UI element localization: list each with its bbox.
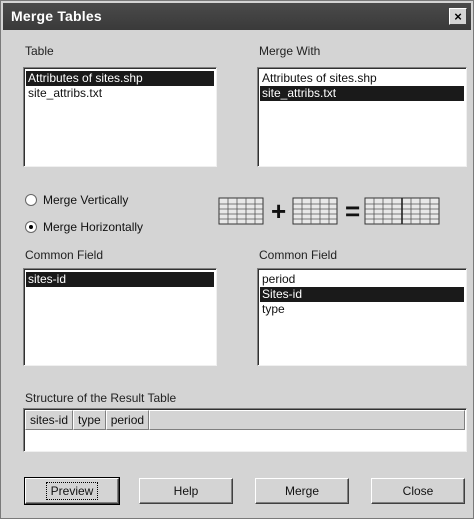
- result-table-label: Structure of the Result Table: [25, 391, 177, 405]
- merge-button[interactable]: Merge: [255, 478, 349, 504]
- common-field-left-label: Common Field: [25, 248, 104, 262]
- close-window-button[interactable]: ×: [449, 8, 467, 25]
- result-column-header[interactable]: sites-id: [25, 410, 74, 430]
- common-field-right-item-1[interactable]: Sites-id: [260, 287, 464, 302]
- merge-vertically-radio-dot[interactable]: [25, 194, 37, 206]
- merge-diagram-icon: + =: [218, 196, 440, 226]
- preview-button-label: Preview: [45, 482, 99, 500]
- merge-vertically-radio[interactable]: Merge Vertically: [25, 193, 128, 207]
- result-table-header: sites-id type period: [25, 410, 465, 430]
- close-button-label: Close: [402, 484, 434, 498]
- merge-horizontally-radio[interactable]: Merge Horizontally: [25, 220, 143, 234]
- merge-tables-dialog: Merge Tables × Table Attributes of sites…: [0, 0, 474, 519]
- common-field-right-label: Common Field: [259, 248, 338, 262]
- table-icon-left: [218, 197, 264, 225]
- result-column-header[interactable]: type: [73, 410, 106, 430]
- table-listbox[interactable]: Attributes of sites.shp site_attribs.txt: [23, 67, 217, 167]
- common-field-right-item-0[interactable]: period: [260, 272, 464, 287]
- plus-sign: +: [271, 196, 286, 226]
- merge-horizontally-label: Merge Horizontally: [43, 220, 144, 234]
- table-list-item-1[interactable]: site_attribs.txt: [26, 86, 214, 101]
- common-field-left-listbox[interactable]: sites-id: [23, 268, 217, 366]
- merge-with-listbox[interactable]: Attributes of sites.shp site_attribs.txt: [257, 67, 467, 167]
- title-bar[interactable]: Merge Tables ×: [3, 3, 471, 30]
- result-header-filler: [149, 410, 465, 430]
- merge-horizontally-radio-dot[interactable]: [25, 221, 37, 233]
- table-list-label: Table: [25, 44, 54, 58]
- help-button-label: Help: [173, 484, 199, 498]
- help-button[interactable]: Help: [139, 478, 233, 504]
- result-table-grid[interactable]: sites-id type period: [23, 408, 467, 452]
- preview-button[interactable]: Preview: [24, 477, 120, 505]
- close-button[interactable]: Close: [371, 478, 465, 504]
- merge-button-label: Merge: [284, 484, 319, 498]
- merge-vertically-label: Merge Vertically: [43, 193, 129, 207]
- merge-with-item-1[interactable]: site_attribs.txt: [260, 86, 464, 101]
- window-title: Merge Tables: [11, 8, 102, 24]
- table-icon-result: [364, 197, 440, 225]
- result-column-header[interactable]: period: [105, 410, 150, 430]
- common-field-left-item-0[interactable]: sites-id: [26, 272, 214, 287]
- common-field-right-listbox[interactable]: period Sites-id type: [257, 268, 467, 366]
- merge-with-item-0[interactable]: Attributes of sites.shp: [260, 71, 464, 86]
- table-list-item-0[interactable]: Attributes of sites.shp: [26, 71, 214, 86]
- common-field-right-item-2[interactable]: type: [260, 302, 464, 317]
- table-icon-middle: [292, 197, 338, 225]
- merge-with-label: Merge With: [259, 44, 321, 58]
- equals-sign: =: [345, 196, 360, 226]
